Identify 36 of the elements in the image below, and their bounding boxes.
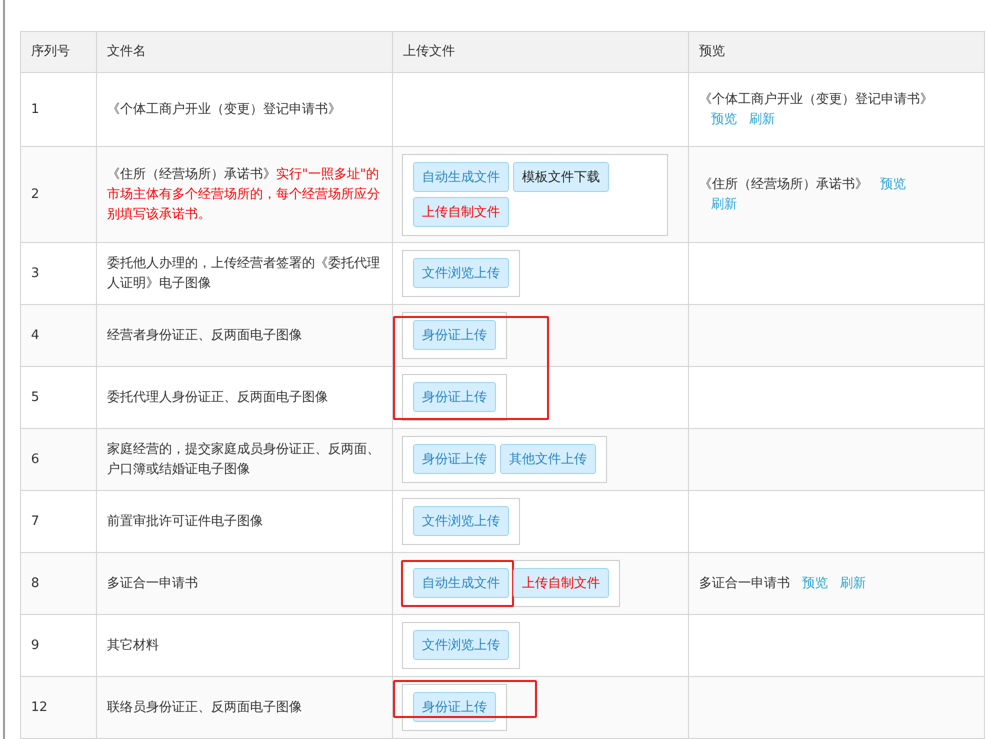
- upload-button[interactable]: 文件浏览上传: [413, 506, 509, 536]
- preview-link[interactable]: 刷新: [711, 196, 737, 212]
- table-cell: 《住所（经营场所）承诺书》实行"一照多址"的市场主体有多个经营场所的，每个经营场所应分别填写该承诺书。: [96, 146, 392, 242]
- upload-button[interactable]: 身份证上传: [413, 444, 496, 474]
- upload-button[interactable]: 身份证上传: [413, 692, 496, 722]
- upload-button[interactable]: 上传自制文件: [413, 196, 509, 226]
- table-cell: 联络员身份证正、反两面电子图像: [96, 676, 392, 738]
- file-name: 《个体工商户开业（变更）登记申请书》: [699, 92, 933, 106]
- column-header: 上传文件: [392, 32, 688, 72]
- column-header: 序列号: [20, 32, 96, 72]
- upload-button[interactable]: 身份证上传: [413, 320, 496, 350]
- upload-button[interactable]: 上传自制文件: [513, 568, 609, 598]
- table-cell: 12: [20, 676, 96, 738]
- preview-link[interactable]: 预览: [711, 112, 737, 126]
- upload-button[interactable]: 文件浏览上传: [413, 258, 509, 288]
- upload-button[interactable]: 身份证上传: [413, 382, 496, 412]
- upload-button[interactable]: 模板文件下载: [513, 162, 609, 192]
- preview-link[interactable]: 刷新: [840, 576, 866, 590]
- upload-button[interactable]: 自动生成文件: [413, 162, 509, 192]
- table-cell: 6: [20, 428, 96, 490]
- preview-link[interactable]: 预览: [802, 576, 828, 590]
- upload-button[interactable]: 文件浏览上传: [413, 630, 509, 660]
- preview-link[interactable]: 预览: [880, 176, 906, 192]
- table-cell: 4: [20, 304, 96, 366]
- preview-link[interactable]: 刷新: [749, 112, 775, 126]
- table-cell: 8: [20, 552, 96, 614]
- column-header: 预览: [688, 32, 984, 72]
- table-cell: 2: [20, 146, 96, 242]
- file-name: 《住所（经营场所）承诺书》: [699, 176, 868, 192]
- table-cell: 家庭经营的，提交家庭成员身份证正、反两面、户口簿或结婚证电子图像: [96, 428, 392, 490]
- table-cell: 经营者身份证正、反两面电子图像: [96, 304, 392, 366]
- upload-button[interactable]: 其他文件上传: [500, 444, 596, 474]
- file-name: 多证合一申请书: [699, 576, 790, 590]
- column-header: 文件名: [96, 32, 392, 72]
- table-cell: 多证合一申请书: [96, 552, 392, 614]
- upload-button[interactable]: 自动生成文件: [413, 568, 509, 598]
